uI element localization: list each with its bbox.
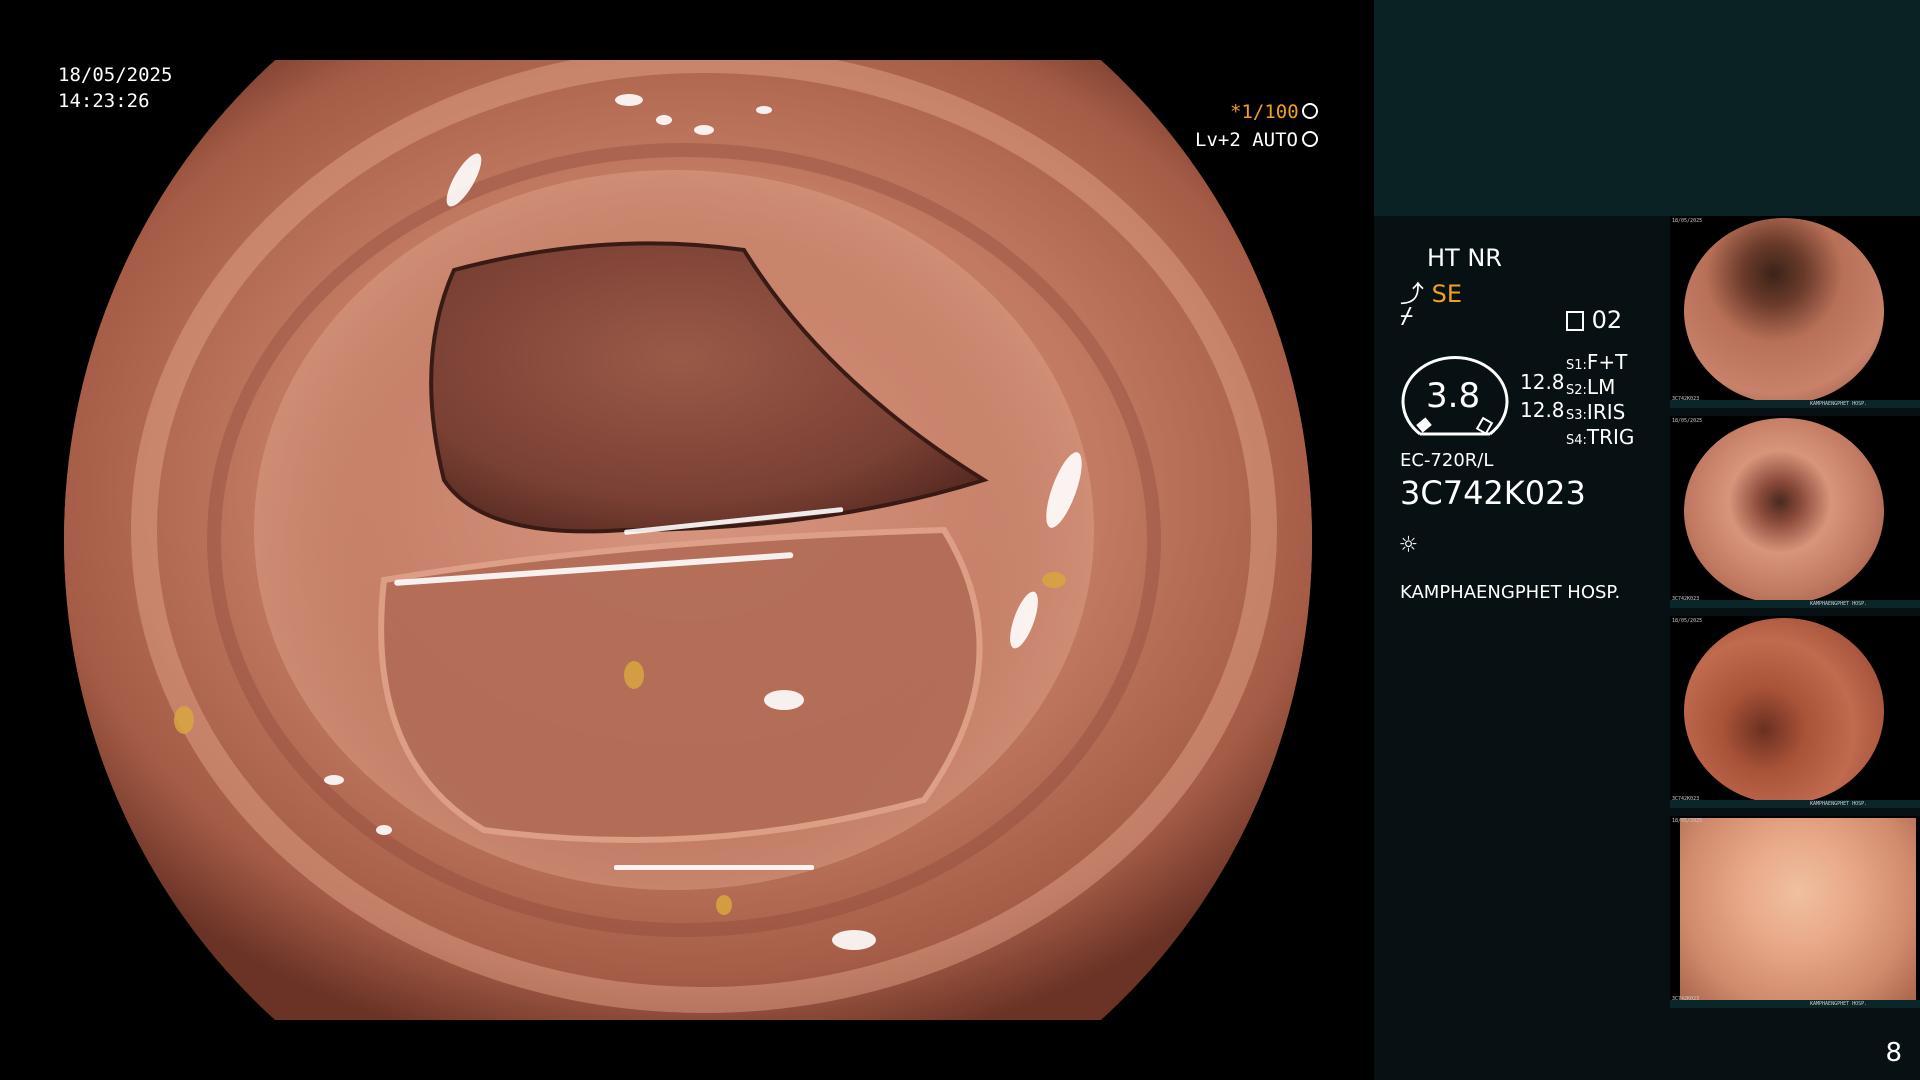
light-source-icon: ☼	[1400, 528, 1417, 561]
page-number: 8	[1885, 1038, 1902, 1068]
scope-info-block: HT NR ⤴ SE ⌿ 02 3.8 12.8 12.8 S1:F+T S2:…	[1400, 216, 1700, 636]
memory-card-icon	[1566, 311, 1584, 331]
side-panel-top-area	[1374, 0, 1920, 216]
dial-sub-value-2: 12.8	[1520, 398, 1565, 422]
memory-line: 02	[1566, 306, 1622, 334]
level-readout: Lv+2 AUTO	[1195, 129, 1298, 151]
mode-line: HT NR	[1427, 244, 1502, 272]
switch-list: S1:F+T S2:LM S3:IRIS S4:TRIG	[1566, 350, 1634, 450]
auto-iris-icon	[1302, 131, 1318, 147]
thumbnail-4[interactable]: 18/05/2025 3C742K023 KAMPHAENGPHET HOSP.	[1670, 816, 1920, 1008]
switch-item: S3:IRIS	[1566, 400, 1626, 424]
time-readout: 14:23:26	[58, 90, 150, 112]
memory-number: 02	[1591, 306, 1623, 334]
side-panel: HT NR ⤴ SE ⌿ 02 3.8 12.8 12.8 S1:F+T S2:…	[1374, 0, 1920, 1080]
switch-item: S1:F+T	[1566, 350, 1628, 374]
thumbnail-1[interactable]: 18/05/2025 3C742K023 KAMPHAENGPHET HOSP.	[1670, 216, 1920, 408]
switch-item: S2:LM	[1566, 375, 1616, 399]
switch-item: S4:TRIG	[1566, 425, 1635, 449]
hospital-name: KAMPHAENGPHET HOSP.	[1400, 582, 1621, 603]
thumbnail-3[interactable]: 18/05/2025 3C742K023 KAMPHAENGPHET HOSP.	[1670, 616, 1920, 808]
endoscope-main-view: 18/05/2025 14:23:26 *1/100 Lv+2 AUTO	[0, 0, 1374, 1080]
date-readout: 18/05/2025	[58, 64, 173, 86]
shutter-readout: *1/100	[1230, 101, 1299, 123]
colon-lumen-drawing	[64, 60, 1312, 1020]
thumbnail-strip: 18/05/2025 3C742K023 KAMPHAENGPHET HOSP.…	[1670, 216, 1920, 1016]
aperture-icon	[1302, 103, 1318, 119]
endoscopic-image	[64, 60, 1312, 1020]
dial-sub-value-1: 12.8	[1520, 370, 1565, 394]
scope-model: EC-720R/L	[1400, 450, 1494, 471]
thumbnail-2[interactable]: 18/05/2025 3C742K023 KAMPHAENGPHET HOSP.	[1670, 416, 1920, 608]
scope-serial: 3C742K023	[1400, 474, 1586, 512]
contrast-icon: ⌿	[1400, 304, 1414, 329]
dial-value: 3.8	[1426, 376, 1481, 416]
